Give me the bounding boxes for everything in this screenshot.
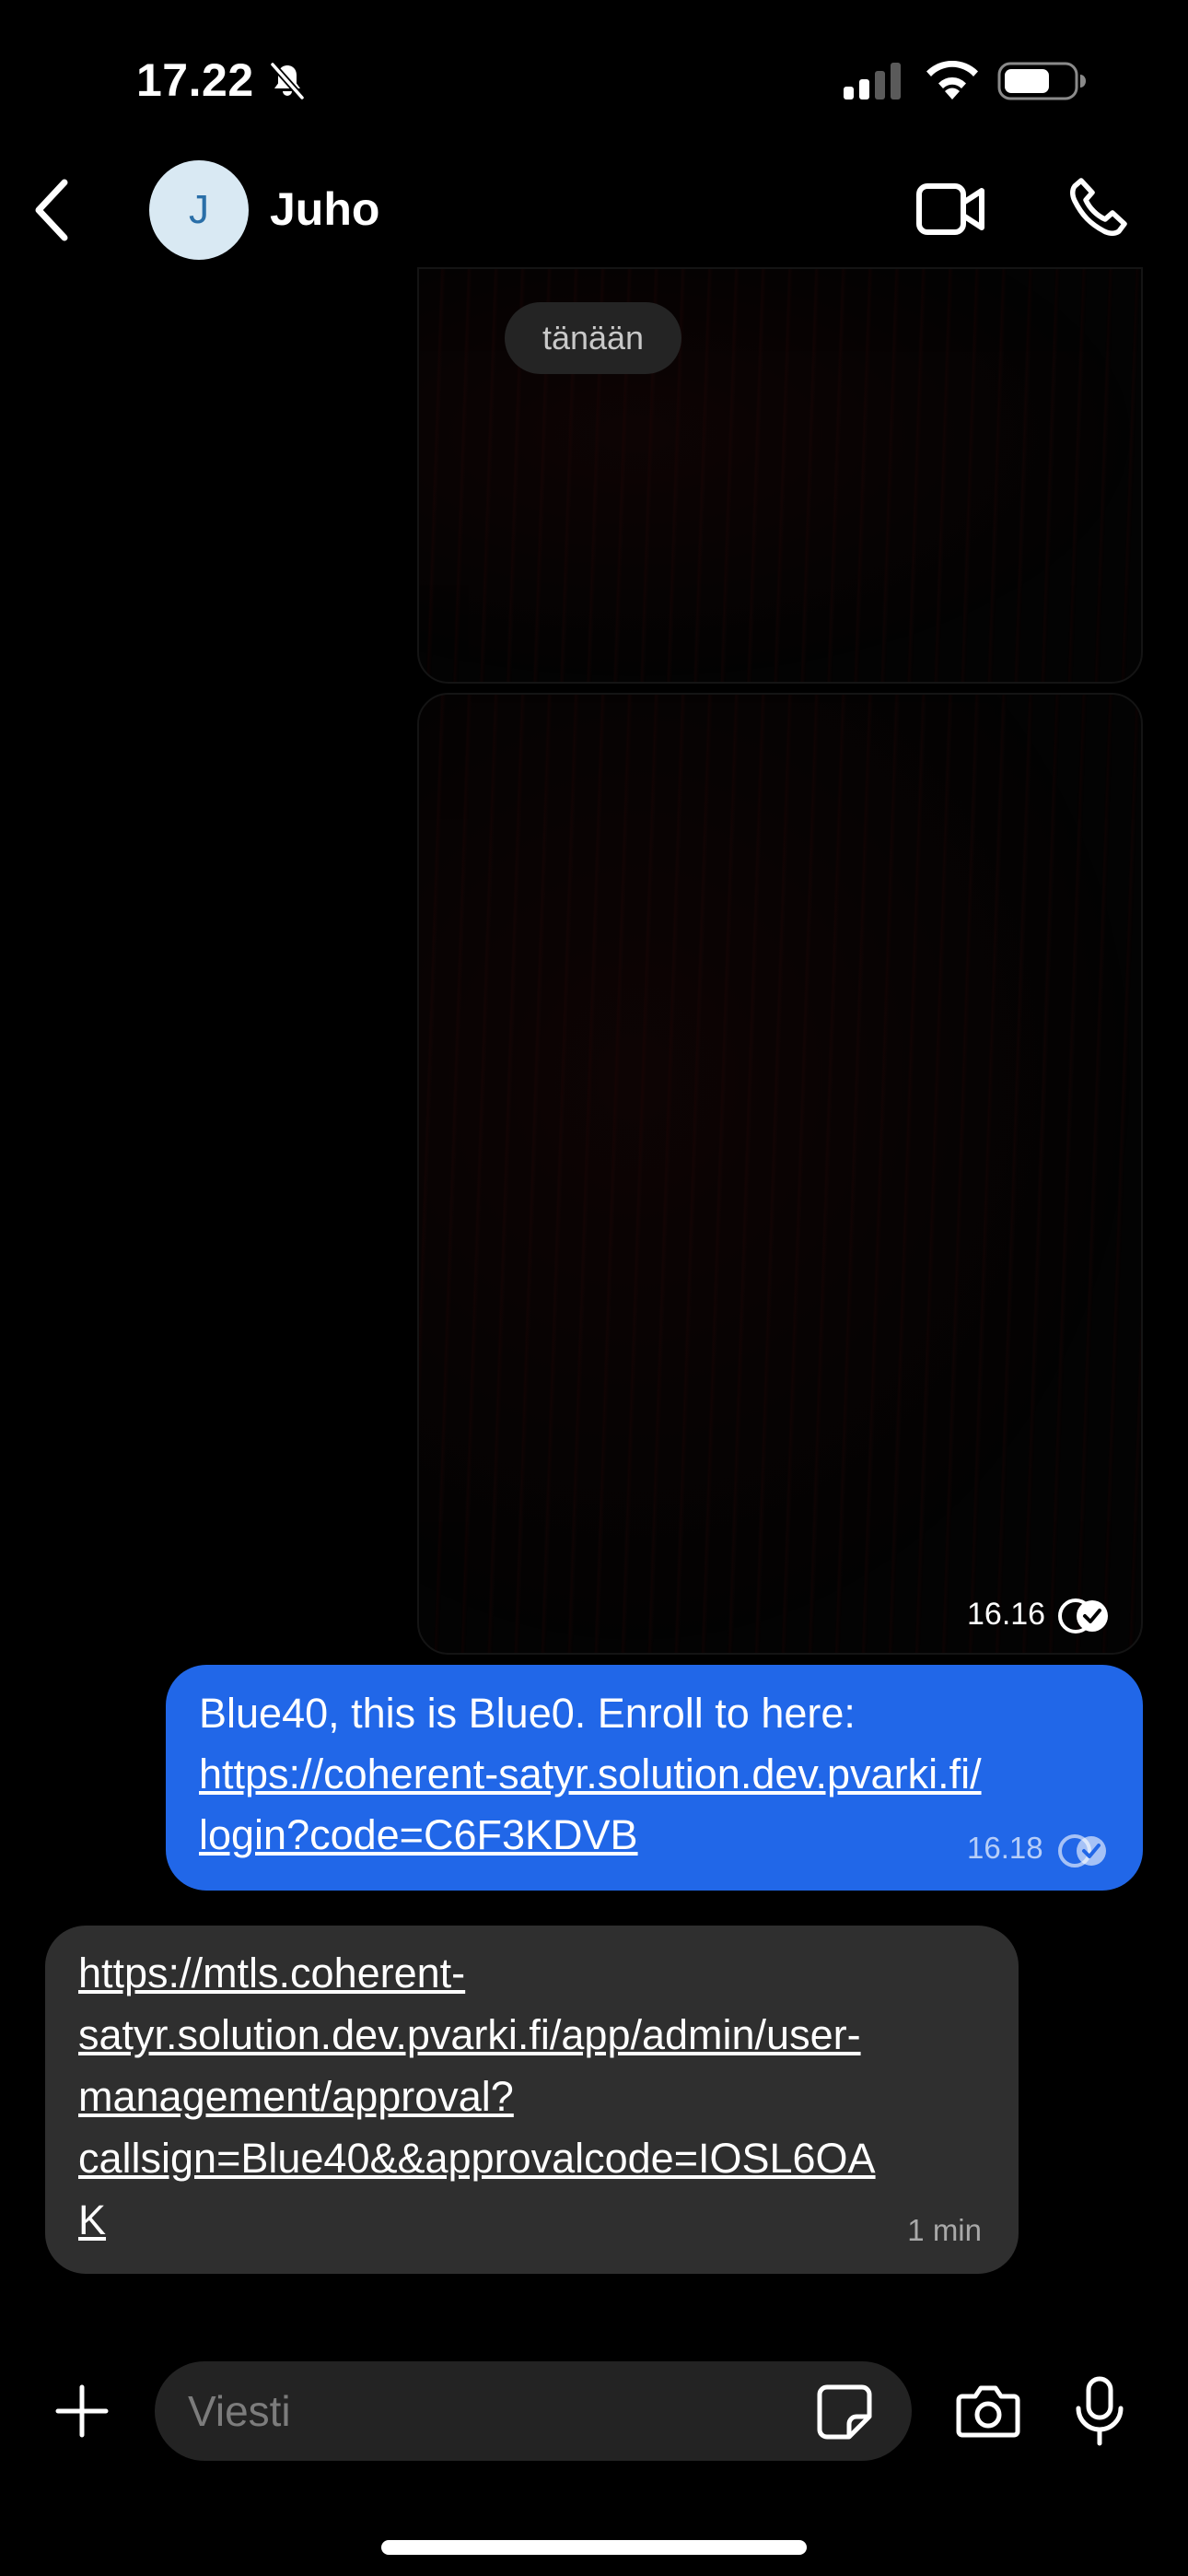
- phone-icon[interactable]: [1068, 177, 1129, 238]
- bell-slash-icon: [270, 62, 305, 100]
- message-text: Blue40, this is Blue0. Enroll to here:: [199, 1690, 856, 1737]
- video-call-icon[interactable]: [915, 179, 985, 240]
- sticker-icon[interactable]: [814, 2382, 875, 2442]
- message-link[interactable]: callsign=Blue40&&approvalcode=IOSL6OA: [78, 2127, 985, 2189]
- back-button[interactable]: [26, 175, 81, 245]
- signal-icon: [844, 63, 901, 100]
- chat-screen: 17.22 J Juho tänään 16.16 Blue40, this i…: [0, 0, 1188, 2576]
- message-field[interactable]: [155, 2361, 912, 2461]
- message-link[interactable]: K: [78, 2189, 985, 2251]
- avatar[interactable]: J: [149, 160, 249, 260]
- read-check-icon: [1058, 1834, 1106, 1868]
- incoming-message[interactable]: https://mtls.coherent- satyr.solution.de…: [45, 1926, 1019, 2274]
- home-indicator[interactable]: [381, 2540, 807, 2555]
- microphone-icon[interactable]: [1071, 2375, 1128, 2447]
- plus-icon[interactable]: [53, 2383, 111, 2440]
- battery-icon: [997, 62, 1086, 100]
- outgoing-message[interactable]: Blue40, this is Blue0. Enroll to here: h…: [166, 1665, 1143, 1891]
- date-separator: tänään: [505, 302, 681, 374]
- contact-name[interactable]: Juho: [270, 182, 379, 236]
- wifi-icon: [926, 60, 978, 100]
- media-image: [419, 695, 1141, 1653]
- message-link[interactable]: https://mtls.coherent-: [78, 1942, 985, 2004]
- avatar-initial: J: [189, 187, 209, 232]
- camera-icon[interactable]: [955, 2380, 1021, 2441]
- message-time: 16.18: [967, 1831, 1043, 1865]
- message-link[interactable]: satyr.solution.dev.pvarki.fi/app/admin/u…: [78, 2004, 985, 2066]
- message-link[interactable]: management/approval?: [78, 2066, 985, 2127]
- read-check-icon: [1058, 1598, 1108, 1633]
- status-time: 17.22: [136, 54, 254, 106]
- media-message[interactable]: [417, 693, 1143, 1655]
- message-time: 16.16: [967, 1597, 1046, 1632]
- message-input[interactable]: [188, 2361, 777, 2461]
- message-time: 1 min: [907, 2213, 982, 2247]
- message-link[interactable]: https://coherent-satyr.solution.dev.pvar…: [199, 1744, 1110, 1805]
